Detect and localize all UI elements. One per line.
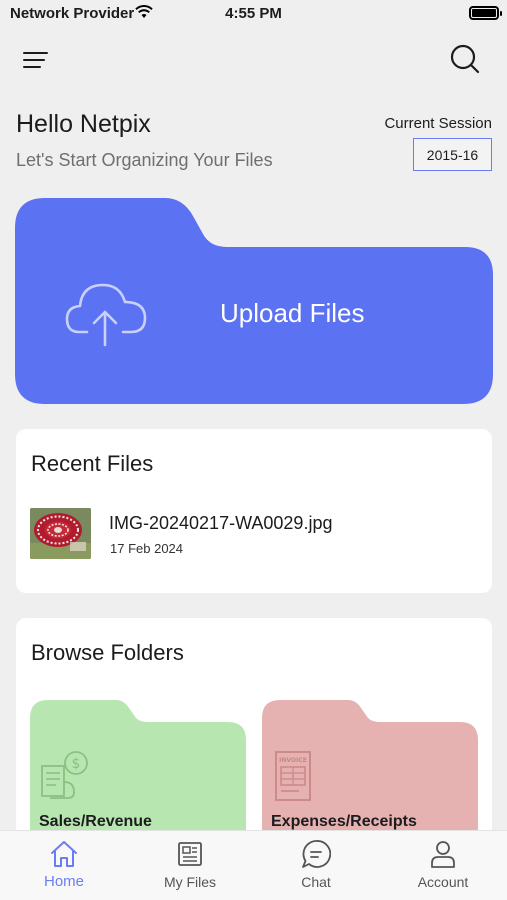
tab-chat[interactable]: Chat — [253, 831, 379, 900]
search-icon — [450, 44, 480, 74]
svg-text:$: $ — [72, 756, 81, 772]
chat-icon — [302, 840, 331, 868]
folder-sales-revenue[interactable]: $ Sales/Revenue — [30, 700, 246, 838]
tab-label: Home — [43, 873, 84, 890]
battery-icon — [469, 6, 502, 20]
tab-label: My Files — [163, 874, 217, 890]
status-bar: Network Provider 4:55 PM — [0, 0, 507, 30]
file-thumbnail — [30, 508, 91, 559]
clock: 4:55 PM — [225, 5, 282, 22]
upload-files-label: Upload Files — [220, 298, 365, 328]
bottom-tab-bar: Home My Files Chat Account — [0, 830, 507, 900]
tab-home[interactable]: Home — [1, 831, 127, 900]
recent-files-card: Recent Files IMG-20240217-WA0029.jpg 17 … — [16, 429, 492, 593]
invoice-icon: INVOICE — [275, 751, 311, 801]
session-label: Current Session — [384, 115, 492, 132]
files-icon — [178, 842, 202, 866]
folder-label: Expenses/Receipts — [271, 813, 417, 830]
hamburger-icon — [23, 52, 48, 68]
recent-files-title: Recent Files — [31, 451, 154, 476]
menu-button[interactable] — [20, 45, 50, 75]
folder-label: Sales/Revenue — [39, 813, 152, 830]
folder-expenses-receipts[interactable]: INVOICE Expenses/Receipts — [262, 700, 478, 838]
cloud-upload-icon — [65, 283, 147, 347]
tab-account[interactable]: Account — [380, 831, 506, 900]
browse-folders-card: Browse Folders $ Sales/Revenue INVOICE E… — [16, 618, 492, 838]
search-button[interactable] — [449, 43, 481, 75]
greeting-subtitle: Let's Start Organizing Your Files — [16, 150, 273, 170]
sales-receipt-icon: $ — [41, 751, 88, 799]
file-date: 17 Feb 2024 — [110, 541, 184, 556]
account-icon — [431, 841, 455, 868]
svg-text:INVOICE: INVOICE — [279, 757, 307, 764]
file-name: IMG-20240217-WA0029.jpg — [109, 513, 333, 533]
browse-folders-title: Browse Folders — [31, 640, 184, 665]
home-icon — [51, 841, 77, 867]
tab-label: Chat — [301, 874, 331, 890]
session-selector[interactable]: 2015-16 — [413, 138, 492, 171]
tab-my-files[interactable]: My Files — [127, 831, 253, 900]
tab-label: Account — [417, 874, 469, 890]
upload-files-card[interactable]: Upload Files — [15, 198, 493, 404]
greeting-title: Hello Netpix — [16, 110, 151, 138]
